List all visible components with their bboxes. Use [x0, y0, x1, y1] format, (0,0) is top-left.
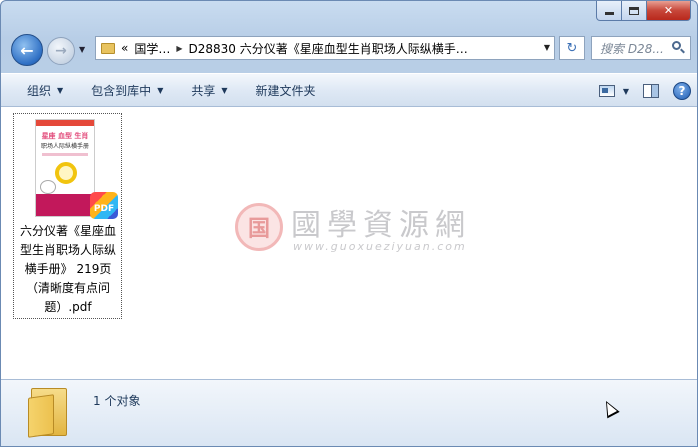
chevron-down-icon[interactable]: ▼: [623, 87, 629, 96]
thumbnail-title: 星座 血型 生肖: [41, 132, 89, 140]
search-input[interactable]: 搜索 D28...: [600, 40, 670, 57]
file-list-area[interactable]: 星座 血型 生肖 职场人际纵横手册 PDF 六分仪著《星座血型生肖职场人际纵横手…: [1, 107, 697, 379]
breadcrumb-segment-2[interactable]: D28830 六分仪著《星座血型生肖职场人际纵横手…: [189, 40, 468, 57]
search-icon[interactable]: [670, 40, 686, 56]
thumbnail-subtitle: 职场人际纵横手册: [40, 143, 89, 150]
watermark-logo-icon: 国: [235, 203, 283, 251]
refresh-button[interactable]: ↻: [559, 36, 585, 60]
organize-label: 组织: [27, 83, 52, 98]
address-dropdown-icon[interactable]: ▼: [544, 43, 550, 52]
back-button[interactable]: ←: [11, 34, 43, 66]
change-view-button[interactable]: ▼: [598, 85, 629, 97]
refresh-icon: ↻: [566, 40, 578, 56]
minimize-button[interactable]: [596, 1, 622, 21]
chevron-down-icon: ▼: [221, 85, 228, 95]
navigation-bar: ← → ▼ « 国学… ▶ D28830 六分仪著《星座血型生肖职场人际纵横手……: [9, 31, 691, 69]
forward-button[interactable]: →: [47, 37, 75, 65]
address-chevron[interactable]: «: [121, 41, 128, 55]
forward-arrow-icon: →: [55, 43, 67, 59]
address-bar[interactable]: « 国学… ▶ D28830 六分仪著《星座血型生肖职场人际纵横手… ▼: [95, 36, 555, 60]
include-in-library-menu[interactable]: 包含到库中 ▼: [77, 74, 177, 106]
file-name-label: 六分仪著《星座血型生肖职场人际纵横手册》 219页（清晰度有点问题）.pdf: [19, 224, 116, 314]
minimize-icon: [604, 12, 614, 15]
new-folder-label: 新建文件夹: [255, 83, 316, 98]
item-count: 1 个对象: [93, 394, 141, 408]
explorer-window: ✕ ← → ▼ « 国学… ▶ D28830 六分仪著《星座血型生肖职场人际纵横…: [0, 0, 698, 447]
folder-icon: [101, 42, 115, 54]
details-pane: 1 个对象: [1, 379, 697, 446]
watermark-title: 國學資源網: [291, 208, 471, 243]
change-view-icon: [598, 85, 615, 97]
share-menu[interactable]: 共享 ▼: [177, 74, 241, 106]
close-button[interactable]: ✕: [647, 1, 691, 21]
share-label: 共享: [191, 83, 216, 98]
search-box[interactable]: 搜索 D28...: [591, 36, 691, 60]
toolbar-right-group: ▼ ?: [598, 74, 691, 108]
watermark-url: www.guoxueziyuan.com: [293, 240, 467, 253]
help-icon[interactable]: ?: [673, 82, 691, 100]
sun-illustration-icon: [55, 162, 77, 184]
file-item[interactable]: 星座 血型 生肖 职场人际纵横手册 PDF 六分仪著《星座血型生肖职场人际纵横手…: [13, 113, 122, 319]
new-folder-button[interactable]: 新建文件夹: [242, 74, 330, 106]
back-arrow-icon: ←: [20, 40, 34, 60]
pdf-file-icon: PDF: [90, 192, 118, 219]
caption-buttons: ✕: [596, 1, 691, 21]
maximize-button[interactable]: [622, 1, 647, 21]
pdf-thumbnail: 星座 血型 生肖 职场人际纵横手册: [35, 119, 95, 217]
chevron-down-icon: ▼: [157, 85, 164, 95]
organize-menu[interactable]: 组织 ▼: [1, 74, 77, 106]
chevron-down-icon: ▼: [57, 85, 64, 95]
rabbit-illustration-icon: [40, 180, 56, 194]
recent-pages-dropdown[interactable]: ▼: [79, 45, 91, 57]
maximize-icon: [629, 6, 639, 15]
include-in-library-label: 包含到库中: [91, 83, 152, 98]
folder-icon: [28, 388, 70, 438]
preview-pane-icon[interactable]: [643, 84, 659, 98]
watermark: 国 國學資源網 www.guoxueziyuan.com: [235, 200, 475, 260]
breadcrumb-segment-1[interactable]: 国学…: [134, 40, 170, 57]
command-bar: 组织 ▼ 包含到库中 ▼ 共享 ▼ 新建文件夹 ▼ ?: [1, 73, 697, 108]
breadcrumb-separator-icon[interactable]: ▶: [176, 44, 182, 53]
